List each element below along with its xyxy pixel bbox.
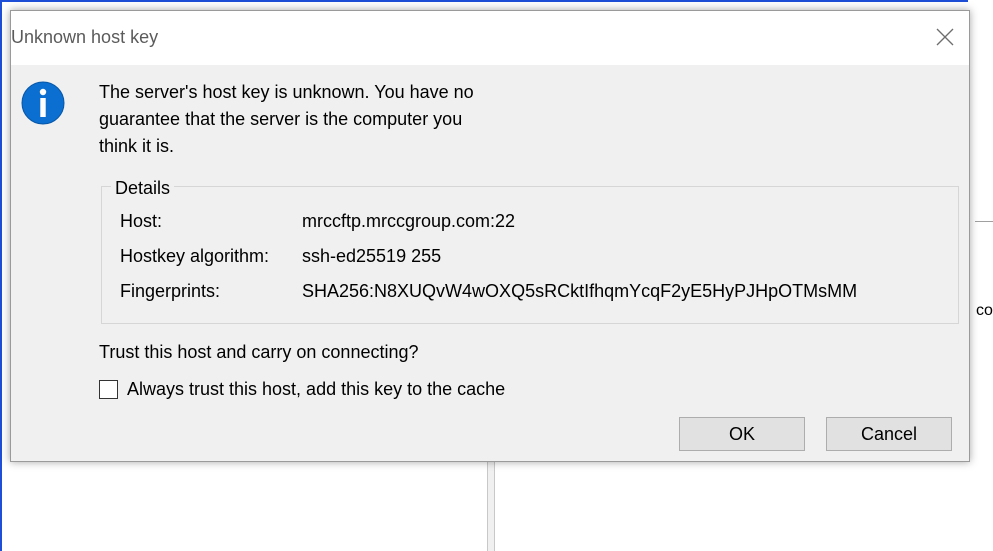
unknown-host-key-dialog: Unknown host key The server's host key i… [10,10,970,462]
hostkey-algorithm-value: ssh-ed25519 255 [302,246,442,266]
hostkey-algorithm-label: Hostkey algorithm: [120,246,270,266]
message-line: guarantee that the server is the compute… [99,109,463,129]
message-line: The server's host key is unknown. You ha… [99,82,474,102]
background-partial-text: co [976,302,993,319]
close-icon [936,28,954,46]
always-trust-checkbox-row[interactable]: Always trust this host, add this key to … [99,377,505,401]
ok-button[interactable]: OK [679,417,805,451]
pane-splitter[interactable] [487,462,495,551]
info-icon [21,81,65,125]
dialog-message: The server's host key is unknown. You ha… [99,79,559,160]
background-divider [975,221,993,222]
trust-question: Trust this host and carry on connecting? [99,342,419,362]
host-value: mrccftp.mrccgroup.com:22 [302,211,516,231]
details-legend: Details [111,178,175,199]
dialog-title: Unknown host key [11,27,159,47]
cancel-button[interactable]: Cancel [826,417,952,451]
close-button[interactable] [931,23,959,51]
dialog-titlebar: Unknown host key [11,11,969,65]
always-trust-checkbox[interactable] [99,379,118,399]
fingerprints-label: Fingerprints: [120,281,221,301]
message-line: think it is. [99,136,175,156]
fingerprints-value: SHA256:N8XUQvW4wOXQ5sRCktIfhqmYcqF2yE5Hy… [302,281,858,301]
background-right-pane [968,0,993,551]
host-label: Host: [120,211,163,231]
always-trust-label[interactable]: Always trust this host, add this key to … [127,379,505,400]
